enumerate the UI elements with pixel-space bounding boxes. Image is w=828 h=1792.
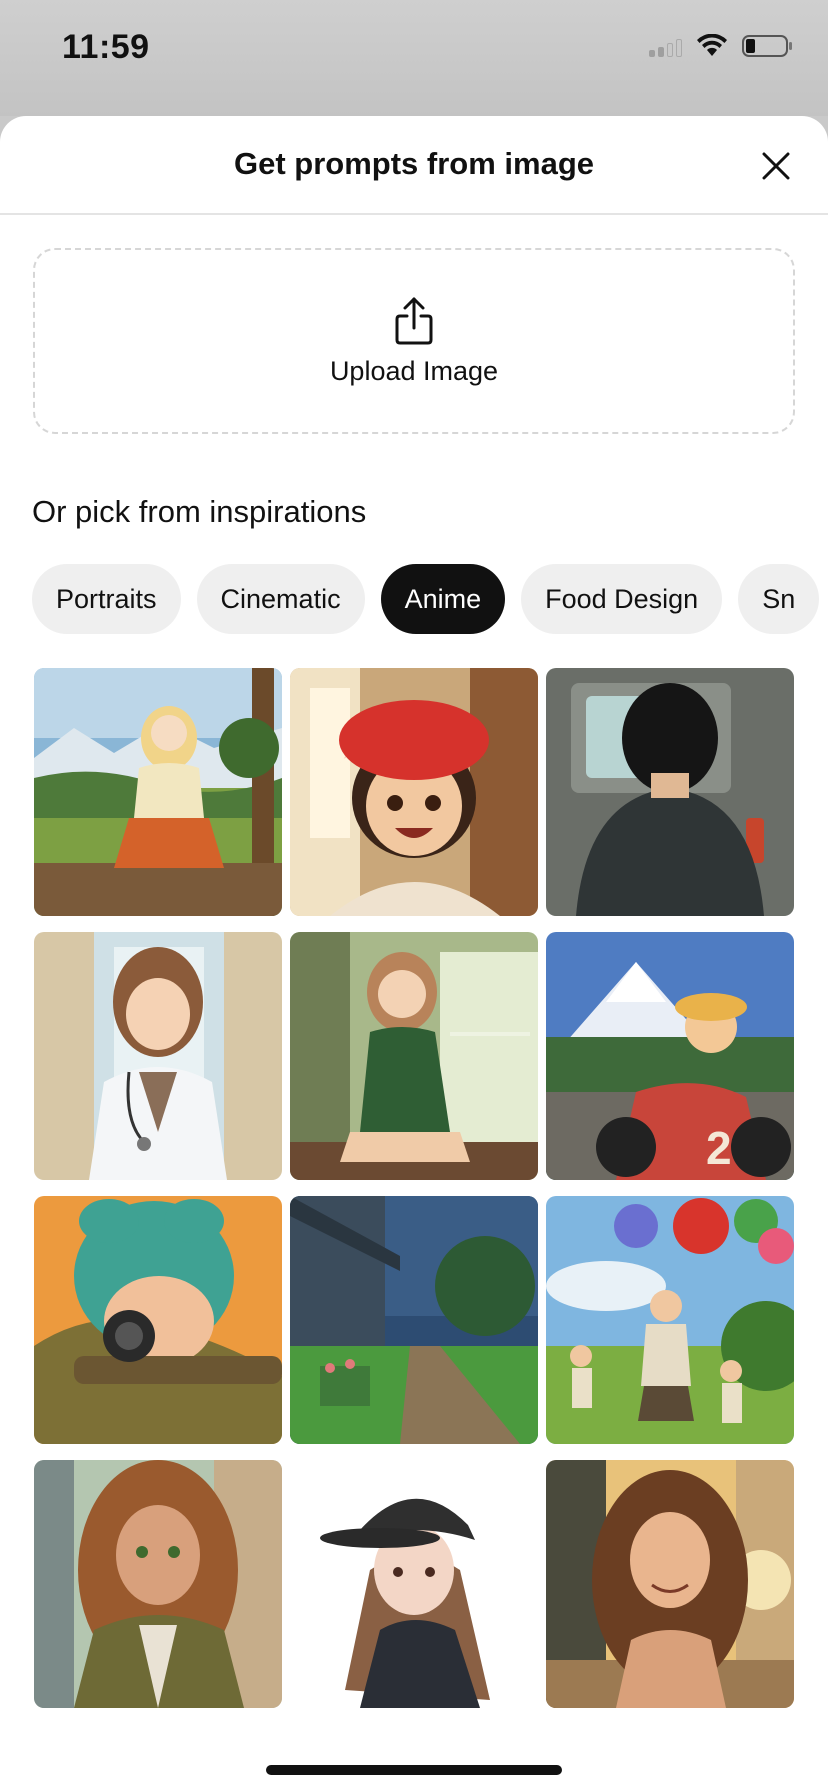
chip-anime[interactable]: Anime [380,564,506,634]
bottom-sheet: Get prompts from image Upload Image Or p… [0,116,828,1792]
inspiration-grid: 2 [34,668,794,1708]
sheet-header: Get prompts from image [0,116,828,215]
gallery-image-11[interactable] [290,1460,538,1708]
gallery-image-2[interactable] [290,668,538,916]
chip-cinematic[interactable]: Cinematic [196,564,365,634]
gallery-image-4[interactable] [34,932,282,1180]
upload-image-button[interactable]: Upload Image [33,248,795,434]
gallery-image-5[interactable] [290,932,538,1180]
gallery-image-12[interactable] [546,1460,794,1708]
status-icons [649,34,794,58]
car-number: 2 [706,1122,732,1174]
chip-food-design[interactable]: Food Design [521,564,723,634]
status-bar: 11:59 [0,0,828,116]
gallery-image-9[interactable] [546,1196,794,1444]
gallery-image-1[interactable] [34,668,282,916]
share-upload-icon [395,297,433,344]
gallery-image-10[interactable] [34,1460,282,1708]
chip-partial[interactable]: Sn [738,564,820,634]
close-icon [762,152,790,180]
gallery-image-8[interactable] [290,1196,538,1444]
gallery-image-3[interactable] [546,668,794,916]
home-indicator [266,1765,562,1775]
category-chips: Portraits Cinematic Anime Food Design Sn [32,564,828,636]
battery-icon [742,35,792,57]
gallery-image-6[interactable]: 2 [546,932,794,1180]
upload-image-label: Upload Image [329,355,499,386]
wifi-icon [697,34,727,56]
close-button[interactable] [756,146,796,186]
sheet-title: Get prompts from image [234,146,594,181]
cellular-signal-icon [649,35,682,57]
status-time: 11:59 [62,28,150,66]
chip-portraits[interactable]: Portraits [32,564,181,634]
inspirations-title: Or pick from inspirations [32,494,367,529]
gallery-image-7[interactable] [34,1196,282,1444]
